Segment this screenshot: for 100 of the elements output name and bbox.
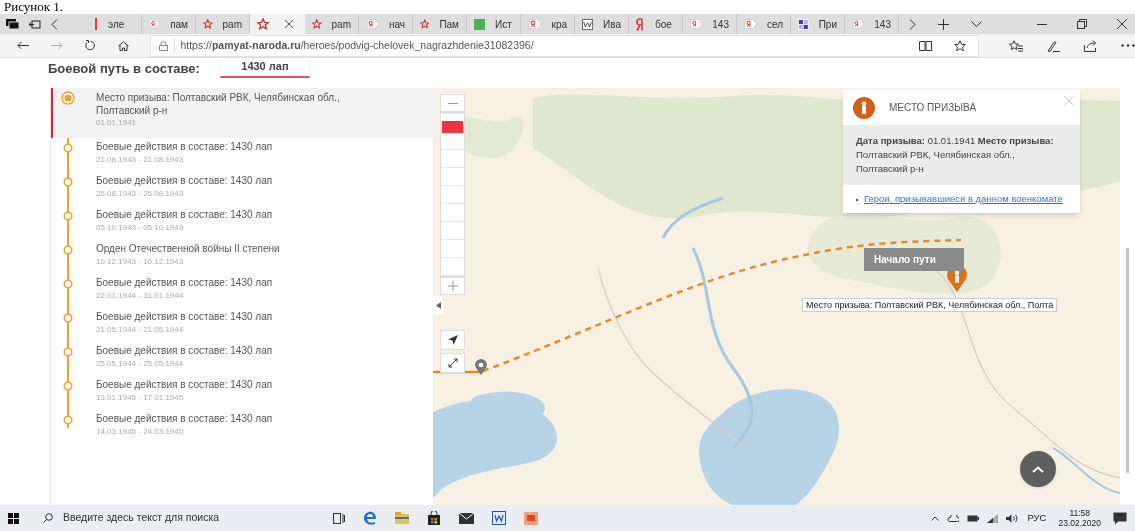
plus-icon bbox=[447, 281, 458, 291]
folder-icon[interactable] bbox=[395, 512, 409, 524]
more-icon[interactable] bbox=[1121, 44, 1135, 47]
lock-icon bbox=[159, 40, 169, 51]
taskbar-search-field[interactable]: Введите здесь текст для поиска bbox=[33, 505, 303, 531]
event-date: 22.01.1944 - 31.01.1944 bbox=[96, 289, 185, 302]
zoom-out-button[interactable] bbox=[440, 94, 465, 112]
timeline-item[interactable]: Боевые действия в составе: 1430 лап 22.01.1944 - 31.01.1944 bbox=[51, 274, 433, 308]
event-date: 14.03.1945 - 24.03.1945 bbox=[96, 425, 185, 438]
address-bar[interactable]: https://pamyat-naroda.ru/heroes/podvig-chelovek_nagrazhdenie31082396/ bbox=[150, 34, 979, 57]
search-icon bbox=[43, 513, 53, 523]
refresh-icon[interactable] bbox=[85, 40, 96, 51]
close-tab-icon[interactable] bbox=[285, 20, 293, 28]
minus-icon bbox=[447, 102, 458, 104]
event-date: 25.08.1943 - 25.08.1943 bbox=[96, 187, 185, 200]
edge-browser-icon[interactable] bbox=[363, 511, 377, 525]
event-title: Боевые действия в составе: 1430 лап bbox=[96, 345, 273, 358]
expand-icon bbox=[447, 358, 458, 368]
collapse-panel-button[interactable] bbox=[433, 296, 443, 314]
event-title: Боевые действия в составе: 1430 лап bbox=[96, 311, 273, 324]
tabs-aside-icon[interactable] bbox=[29, 19, 41, 29]
back-icon[interactable] bbox=[17, 41, 29, 50]
caret-left-icon bbox=[435, 301, 441, 309]
figure-caption: Рисунок 1. bbox=[4, 0, 64, 14]
presentation-app-icon[interactable] bbox=[524, 511, 538, 525]
tab-favicon-icon bbox=[744, 18, 757, 30]
timeline-item[interactable]: Место призыва: Полтавский РВК, Челябинская обл., Полтавский р-н 01.01.1941 bbox=[51, 88, 433, 138]
event-date: 13.01.1945 - 17.01.1945 bbox=[96, 391, 185, 404]
popup-title: МЕСТО ПРИЗЫВА bbox=[889, 101, 977, 115]
event-title: Боевые действия в составе: 1430 лап bbox=[96, 209, 273, 222]
tab-favicon-icon bbox=[798, 17, 809, 31]
chevron-up-icon bbox=[1032, 465, 1044, 473]
star-favicon-icon bbox=[203, 18, 213, 30]
tab-favicon-icon bbox=[852, 18, 865, 30]
windows-start-icon[interactable] bbox=[8, 512, 19, 524]
tab-favicon-icon bbox=[95, 18, 98, 30]
tab-favicon-icon bbox=[474, 18, 485, 30]
timeline-item[interactable]: Боевые действия в составе: 1430 лап 25.05.1944 - 25.05.1944 bbox=[51, 342, 433, 376]
battery-icon[interactable] bbox=[967, 514, 980, 522]
star-favicon-icon bbox=[257, 18, 269, 30]
event-date: 05.10.1943 - 05.10.1943 bbox=[96, 221, 185, 234]
location-pin-icon[interactable] bbox=[475, 359, 487, 375]
close-icon[interactable] bbox=[1117, 19, 1127, 29]
event-title: Орден Отечественной войны II степени bbox=[96, 243, 280, 256]
share-icon[interactable] bbox=[1084, 39, 1097, 52]
timeline-item[interactable]: Боевые действия в составе: 1430 лап 25.08.1943 - 25.08.1943 bbox=[51, 172, 433, 206]
tab-stack-icon[interactable] bbox=[6, 19, 19, 29]
notifications-icon[interactable] bbox=[1113, 511, 1127, 525]
zoom-slider-thumb[interactable] bbox=[442, 121, 463, 133]
timeline-item[interactable]: Орден Отечественной войны II степени 10.12.1943 - 10.12.1943 bbox=[51, 240, 433, 274]
locate-button[interactable] bbox=[440, 330, 465, 350]
taskbar-clock[interactable]: 11:58 23.02.2020 bbox=[1054, 508, 1105, 528]
favorite-star-icon[interactable] bbox=[954, 39, 966, 52]
popup-details: Дата призыва: 01.01.1941 Место призыва: Полтавский РВК, Челябинская обл., Полтавский р-н bbox=[856, 134, 1055, 176]
word-icon[interactable] bbox=[492, 511, 506, 525]
tab-list-icon[interactable] bbox=[971, 21, 982, 27]
navigation-arrow-icon bbox=[447, 335, 458, 345]
marker-tooltip: Место призыва: Полтавский РВК, Челябинская обл., Полта bbox=[802, 298, 1058, 312]
star-favicon-icon bbox=[312, 18, 322, 30]
event-date: 25.05.1944 - 25.05.1944 bbox=[96, 357, 185, 370]
event-title: Место призыва: Полтавский РВК, Челябинская обл., Полтавский р-н bbox=[96, 92, 341, 117]
route-start-label: Начало пути bbox=[864, 248, 964, 271]
task-view-icon[interactable] bbox=[333, 512, 345, 524]
tab-favicon-icon bbox=[366, 18, 379, 30]
event-title: Боевые действия в составе: 1430 лап bbox=[96, 175, 273, 188]
tab-favicon-icon bbox=[690, 18, 703, 30]
pen-icon[interactable] bbox=[1047, 39, 1060, 52]
timeline-item[interactable]: Боевые действия в составе: 1430 лап 05.10.1943 - 05.10.1943 bbox=[51, 206, 433, 240]
reading-view-icon[interactable] bbox=[919, 40, 932, 51]
heroes-link[interactable]: Герои, призывавшиеся в данном военкомате bbox=[864, 193, 1063, 205]
caret-up-icon[interactable] bbox=[931, 515, 940, 521]
mail-icon[interactable] bbox=[459, 512, 474, 524]
store-bag-icon[interactable] bbox=[427, 511, 441, 525]
browser-tab[interactable] bbox=[250, 14, 305, 34]
event-date: 01.01.1941 bbox=[96, 117, 138, 129]
minimize-icon[interactable] bbox=[1037, 23, 1047, 25]
home-icon[interactable] bbox=[118, 40, 129, 51]
wiki-favicon-icon bbox=[582, 17, 594, 31]
event-date: 21.08.1943 - 21.08.1943 bbox=[96, 153, 185, 166]
event-date: 10.12.1943 - 10.12.1943 bbox=[96, 255, 185, 268]
scrollbar-thumb[interactable] bbox=[1126, 248, 1129, 473]
scroll-left-icon[interactable] bbox=[51, 18, 58, 30]
timeline-item[interactable]: Боевые действия в составе: 1430 лап 14.03.1945 - 24.03.1945 bbox=[51, 410, 433, 444]
event-title: Боевые действия в составе: 1430 лап bbox=[96, 277, 273, 290]
restore-icon[interactable] bbox=[1077, 19, 1087, 29]
new-tab-icon[interactable] bbox=[938, 18, 949, 30]
zoom-slider[interactable] bbox=[440, 112, 465, 277]
cloud-icon[interactable] bbox=[947, 514, 960, 522]
timeline-current-dot-icon bbox=[61, 91, 75, 105]
event-title: Боевые действия в составе: 1430 лап bbox=[96, 141, 273, 154]
timeline-item[interactable]: Боевые действия в составе: 1430 лап 21.05.1944 - 21.05.1944 bbox=[51, 308, 433, 342]
timeline-item[interactable]: Боевые действия в составе: 1430 лап 21.08.1943 - 21.08.1943 bbox=[51, 138, 433, 172]
unit-tab[interactable]: 1430 лап bbox=[219, 57, 310, 78]
speaker-icon[interactable] bbox=[1006, 513, 1020, 523]
wifi-icon[interactable] bbox=[987, 513, 999, 523]
event-title: Боевые действия в составе: 1430 лап bbox=[96, 379, 273, 392]
input-language-indicator[interactable]: РУС bbox=[1027, 510, 1047, 526]
timeline-item[interactable]: Боевые действия в составе: 1430 лап 13.01.1945 - 17.01.1945 bbox=[51, 376, 433, 410]
favorites-icon[interactable] bbox=[1009, 39, 1023, 52]
scroll-right-icon[interactable] bbox=[909, 18, 916, 30]
